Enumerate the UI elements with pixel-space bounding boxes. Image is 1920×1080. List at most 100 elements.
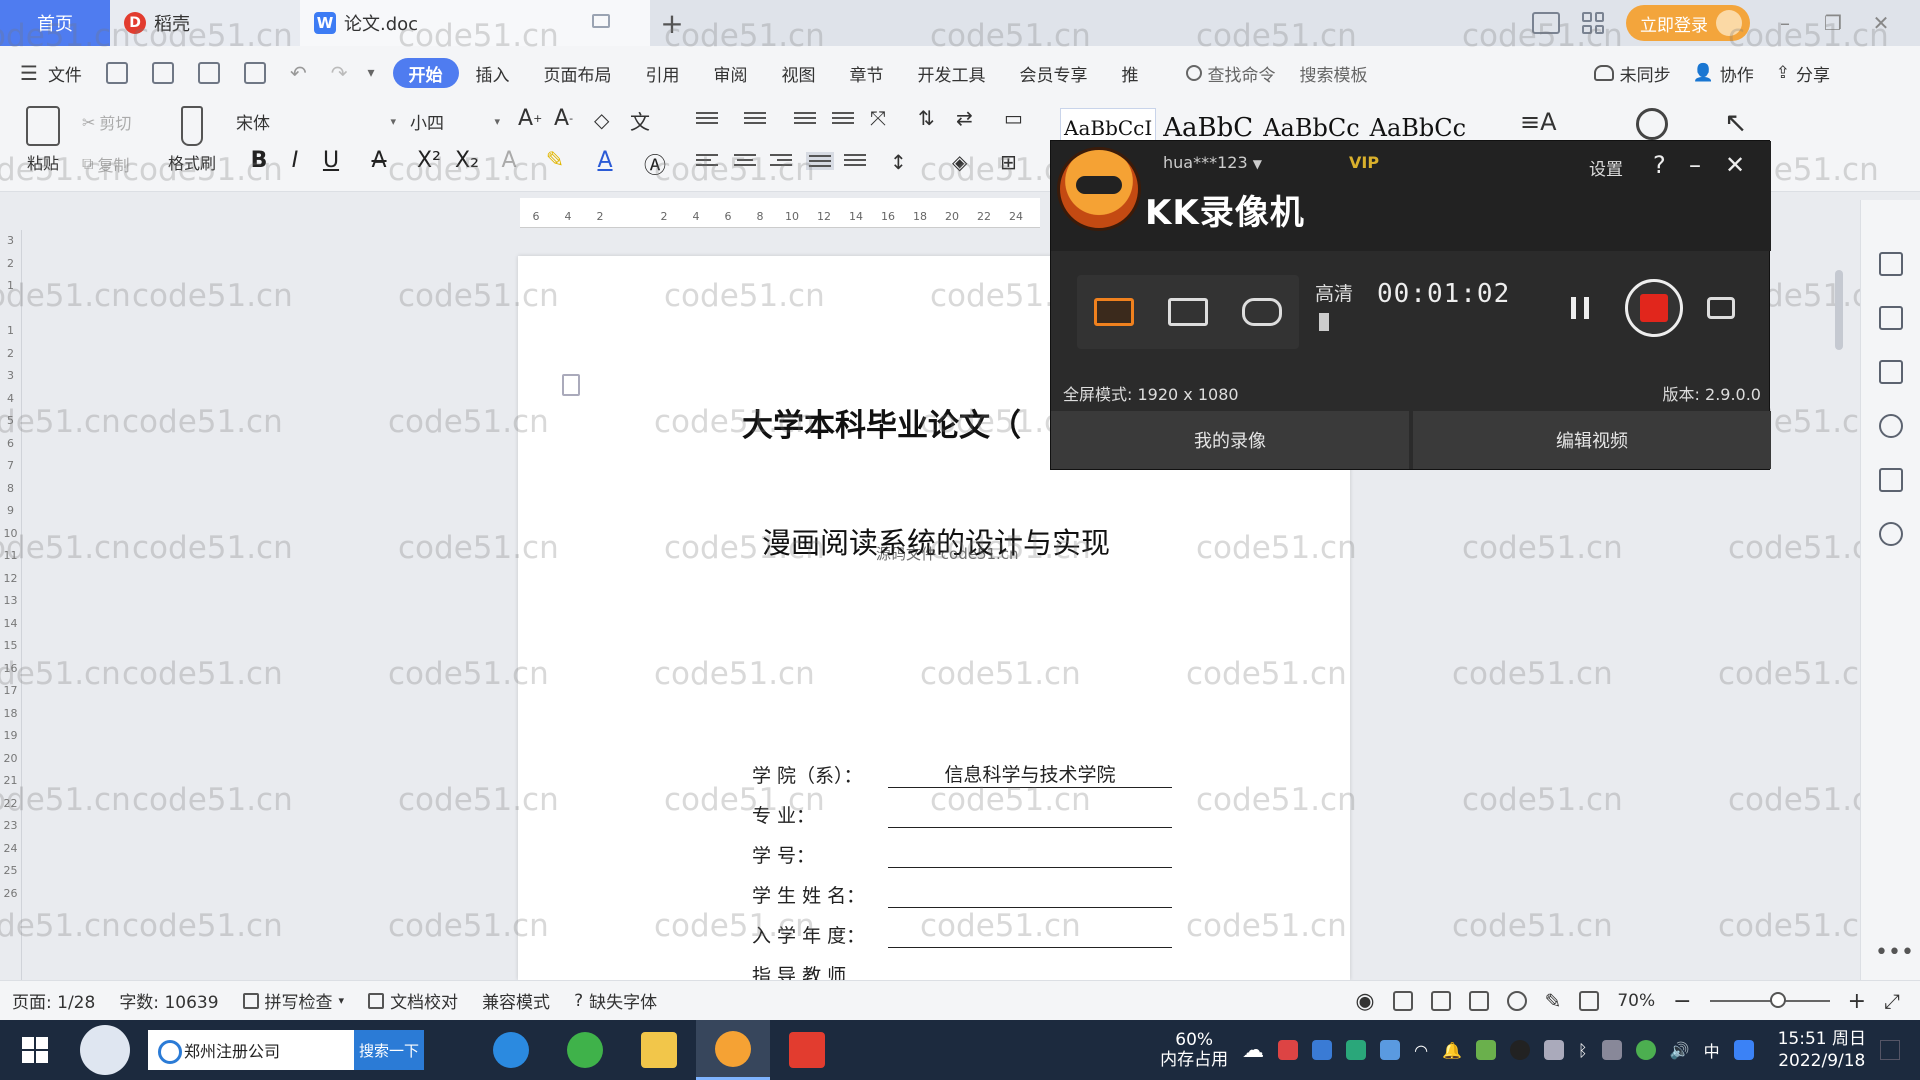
write-view-icon[interactable]: ✎ — [1545, 989, 1562, 1013]
scrollbar-thumb[interactable] — [1835, 270, 1843, 350]
taskbar-search-input[interactable]: 郑州注册公司 — [148, 1030, 354, 1070]
shading-icon[interactable]: ◈ — [952, 150, 967, 174]
volume-icon[interactable] — [1319, 313, 1341, 331]
text-effect-button[interactable]: A — [494, 148, 524, 173]
tray-app-icon[interactable] — [1278, 1040, 1299, 1060]
restore-button[interactable]: ❐ — [1820, 11, 1846, 35]
show-desktop-icon[interactable] — [1880, 1040, 1900, 1060]
tab-document[interactable]: W 论文.doc — [300, 0, 650, 46]
missing-font-button[interactable]: ? 缺失字体 — [562, 988, 669, 1014]
paste-button[interactable]: 粘贴 — [18, 106, 68, 174]
numbered-list-icon[interactable] — [744, 112, 766, 124]
stop-record-button[interactable] — [1625, 279, 1683, 337]
more-icon[interactable]: ••• — [1875, 940, 1914, 965]
subscript-button[interactable]: X₂ — [452, 148, 482, 173]
horizontal-ruler[interactable]: 6 4 2 2 4 6 8 10 12 14 16 18 20 22 24 — [520, 198, 1040, 228]
page-view-icon[interactable] — [1392, 991, 1413, 1011]
edit-pen-icon[interactable] — [1879, 252, 1903, 276]
customize-icon[interactable]: ▾ — [367, 65, 374, 81]
my-recordings-button[interactable]: 我的录像 — [1051, 411, 1409, 469]
minimize-button[interactable]: – — [1772, 11, 1798, 35]
tray-green-icon[interactable] — [1635, 1040, 1656, 1060]
outline-view-icon[interactable] — [1430, 991, 1451, 1011]
tray-usb-icon[interactable] — [1601, 1040, 1622, 1060]
word-count[interactable]: 字数: 10639 — [107, 988, 230, 1013]
proofread-button[interactable]: 文档校对 — [356, 988, 470, 1013]
vertical-ruler[interactable]: 3 2 1 1 2 3 4 5 6 7 8 9 10 11 12 13 14 15 16 17 18 19 20 21 22 23… — [0, 230, 22, 980]
weather-icon[interactable]: ☁ — [1242, 1038, 1264, 1063]
fullscreen-icon[interactable]: ⤢ — [1884, 989, 1900, 1013]
tray-input-icon[interactable] — [1733, 1040, 1754, 1060]
location-icon[interactable] — [1879, 522, 1903, 546]
template-search-label[interactable]: 搜索模板 — [1300, 61, 1368, 86]
form-value[interactable] — [888, 800, 1172, 828]
tab-daoke[interactable]: D 稻壳 — [110, 0, 300, 46]
direction-icon[interactable]: ⇄ — [956, 106, 973, 130]
vertical-scrollbar[interactable] — [1832, 230, 1846, 980]
tab-developer[interactable]: 开发工具 — [901, 58, 1003, 88]
align-right-icon[interactable] — [770, 154, 792, 166]
ie-browser-icon[interactable] — [474, 1020, 548, 1080]
quality-label[interactable]: 高清 — [1315, 279, 1353, 306]
zoom-slider[interactable] — [1709, 992, 1830, 1008]
region-mode-icon[interactable] — [1168, 298, 1208, 326]
layout-icon[interactable] — [1532, 12, 1560, 34]
tab-view[interactable]: 视图 — [765, 58, 833, 88]
sort-icon[interactable]: ⇅ — [918, 106, 935, 130]
windows-start-icon[interactable] — [0, 1020, 70, 1080]
superscript-button[interactable]: X² — [414, 148, 444, 173]
bullet-list-icon[interactable] — [696, 112, 718, 124]
reading-view-icon[interactable] — [1468, 991, 1489, 1011]
tab-page-layout[interactable]: 页面布局 — [527, 58, 629, 88]
recorder-username[interactable]: hua***123 ▼ — [1163, 153, 1262, 172]
recorder-help-button[interactable]: ? — [1653, 151, 1666, 179]
font-color-button[interactable]: A — [590, 148, 620, 173]
menu-icon[interactable]: ☰ — [20, 61, 38, 85]
line-spacing-icon[interactable]: ↕ — [890, 150, 907, 174]
text-tools-icon[interactable]: ≡A — [1520, 108, 1557, 136]
tray-sync-icon[interactable] — [1346, 1040, 1367, 1060]
phonetic-icon[interactable]: 文 — [630, 106, 650, 135]
underline-button[interactable]: U — [316, 148, 346, 173]
taskbar-search-button[interactable]: 搜索一下 — [354, 1030, 424, 1070]
pause-icon[interactable] — [1571, 297, 1589, 319]
outdent-icon[interactable] — [794, 112, 816, 124]
sync-status[interactable]: 未同步 — [1593, 61, 1671, 86]
image-tool-icon[interactable] — [1879, 468, 1903, 492]
strikethrough-button[interactable]: A — [364, 148, 394, 173]
wps-taskbar-icon[interactable] — [770, 1020, 844, 1080]
tab-member[interactable]: 会员专享 — [1003, 58, 1105, 88]
table-border-icon[interactable]: ▭ — [1004, 106, 1023, 130]
grow-font-button[interactable]: A + — [518, 106, 542, 131]
tray-battery-icon[interactable] — [1544, 1040, 1565, 1060]
shrink-font-button[interactable]: A- — [554, 106, 573, 131]
collab-button[interactable]: 👤 协作 — [1693, 61, 1754, 86]
new-tab-button[interactable]: + — [650, 0, 694, 46]
page-count[interactable]: 页面: 1/28 — [0, 988, 107, 1013]
format-painter-button[interactable]: 格式刷 — [162, 106, 222, 174]
tab-recommend[interactable]: 推 — [1105, 58, 1156, 88]
form-value[interactable]: 信息科学与技术学院 — [888, 760, 1172, 788]
eye-protect-icon[interactable]: ◉ — [1355, 989, 1374, 1014]
redo-icon[interactable]: ↷ — [331, 61, 348, 85]
tab-home[interactable]: 首页 — [0, 0, 110, 46]
recorder-settings-button[interactable]: 设置 — [1589, 155, 1623, 180]
kk-recorder-taskbar-icon[interactable] — [696, 1020, 770, 1080]
zoom-in-button[interactable]: + — [1848, 989, 1866, 1014]
file-explorer-icon[interactable] — [622, 1020, 696, 1080]
font-family-select[interactable]: 宋体 ▾ — [236, 108, 396, 134]
export-icon[interactable] — [151, 62, 174, 84]
preview-icon[interactable] — [243, 62, 266, 84]
fullscreen-mode-icon[interactable] — [1094, 298, 1134, 326]
tray-shield-icon[interactable] — [1380, 1040, 1401, 1060]
indent-icon[interactable] — [832, 112, 854, 124]
char-border-button[interactable]: Ⓐ — [640, 148, 670, 180]
browser-360-icon[interactable] — [548, 1020, 622, 1080]
page-options-icon[interactable] — [562, 374, 580, 396]
italic-button[interactable]: I — [280, 148, 310, 173]
form-value[interactable] — [888, 840, 1172, 868]
web-view-icon[interactable] — [1506, 991, 1527, 1011]
borders-icon[interactable]: ⊞ — [1000, 150, 1017, 174]
app-launcher-icon[interactable] — [80, 1025, 130, 1075]
help-icon[interactable] — [1879, 414, 1903, 438]
